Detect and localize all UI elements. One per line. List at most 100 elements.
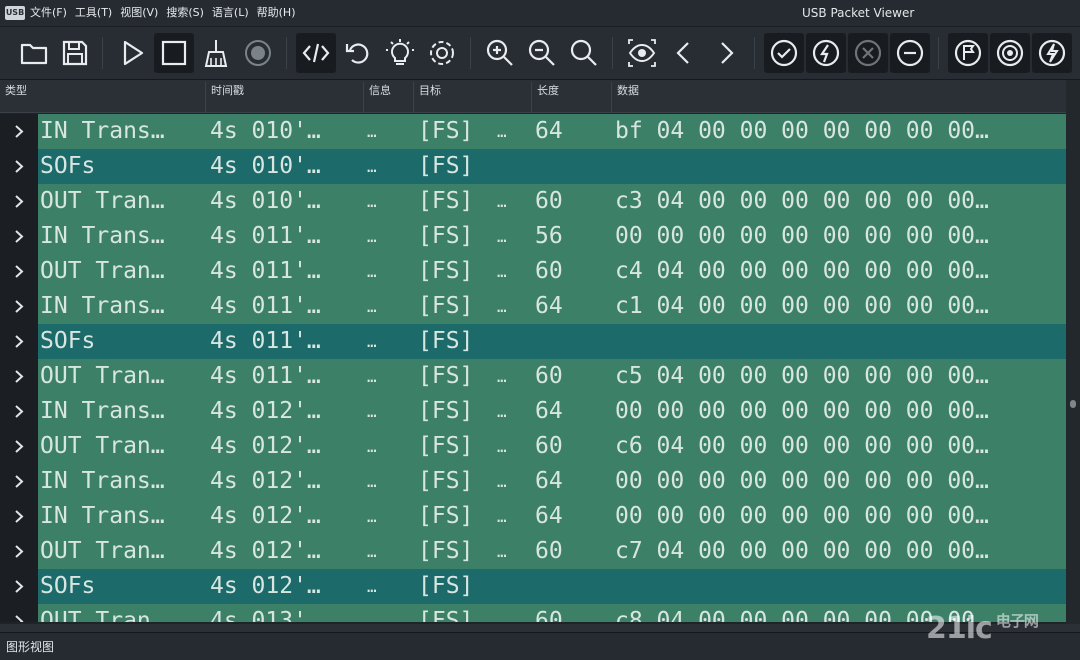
graph-view-tab[interactable]: 图形视图 [6, 638, 54, 655]
column-header-type[interactable]: 类型 [0, 82, 206, 112]
table-row[interactable]: SOFs 4s 011'… … [FS] [0, 324, 1066, 359]
chevron-right-icon[interactable] [12, 368, 26, 385]
window-title: USB Packet Viewer [802, 6, 915, 20]
lightning-icon[interactable] [1032, 33, 1072, 73]
refresh-icon[interactable] [806, 33, 846, 73]
table-row[interactable]: OUT Tran… 4s 011'… … [FS] … 60 c4 04 00 00 00 … [0, 254, 1066, 289]
cell-info: … [367, 437, 377, 456]
cancel-icon[interactable] [848, 33, 888, 73]
next-icon[interactable] [706, 33, 746, 73]
column-header-target[interactable]: 目标 [414, 82, 532, 112]
cell-target-extra: … [497, 122, 507, 141]
cell-target-extra: … [497, 472, 507, 491]
cell-time: 4s 012'… [210, 433, 321, 459]
cell-target-extra: … [497, 227, 507, 246]
cell-target-extra: … [497, 297, 507, 316]
clear-broom-icon[interactable] [196, 33, 236, 73]
cell-target: [FS] [418, 398, 474, 424]
row-background [38, 149, 1066, 184]
view-eye-icon[interactable] [622, 33, 662, 73]
cell-length: 64 [535, 293, 563, 319]
check-icon[interactable] [764, 33, 804, 73]
flag-icon[interactable] [948, 33, 988, 73]
open-folder-icon[interactable] [14, 33, 54, 73]
chevron-right-icon[interactable] [12, 263, 26, 280]
zoom-in-icon[interactable] [480, 33, 520, 73]
watermark-logo: 21ic 电子网 [926, 611, 1039, 646]
stop-icon[interactable] [154, 33, 194, 73]
chevron-right-icon[interactable] [12, 578, 26, 595]
menu-view[interactable]: 视图(V) [120, 4, 158, 20]
cell-length: 60 [535, 538, 563, 564]
table-row[interactable]: IN Trans… 4s 011'… … [FS] … 56 00 00 00 00 00 … [0, 219, 1066, 254]
cell-target: [FS] [418, 223, 474, 249]
table-row[interactable]: SOFs 4s 010'… … [FS] [0, 149, 1066, 184]
cell-type: IN Trans… [40, 468, 165, 494]
undo-icon[interactable] [338, 33, 378, 73]
cell-info: … [367, 192, 377, 211]
cell-info: … [367, 297, 377, 316]
cell-target: [FS] [418, 608, 474, 622]
code-view-icon[interactable] [296, 33, 336, 73]
table-row[interactable]: IN Trans… 4s 010'… … [FS] … 64 bf 04 00 00 00 … [0, 114, 1066, 149]
chevron-right-icon[interactable] [12, 403, 26, 420]
chevron-right-icon[interactable] [12, 473, 26, 490]
play-icon[interactable] [112, 33, 152, 73]
chevron-right-icon[interactable] [12, 298, 26, 315]
cell-info: … [367, 472, 377, 491]
menu-tools[interactable]: 工具(T) [75, 4, 112, 20]
chevron-right-icon[interactable] [12, 333, 26, 350]
chevron-right-icon[interactable] [12, 123, 26, 140]
light-bulb-icon[interactable] [380, 33, 420, 73]
table-row[interactable]: IN Trans… 4s 012'… … [FS] … 64 00 00 00 00 00 … [0, 499, 1066, 534]
column-header-data[interactable]: 数据 [612, 82, 1066, 112]
menu-search[interactable]: 搜索(S) [166, 4, 204, 20]
scrollbar-thumb[interactable] [1070, 400, 1076, 408]
chevron-right-icon[interactable] [12, 438, 26, 455]
chevron-right-icon[interactable] [12, 158, 26, 175]
chevron-right-icon[interactable] [12, 193, 26, 210]
record-icon[interactable] [238, 33, 278, 73]
minus-icon[interactable] [890, 33, 930, 73]
table-row[interactable]: OUT Tran… 4s 012'… … [FS] … 60 c7 04 00 00 00 … [0, 534, 1066, 569]
prev-icon[interactable] [664, 33, 704, 73]
menu-language[interactable]: 语言(L) [212, 4, 249, 20]
cell-target-extra: … [497, 612, 507, 622]
zoom-out-icon[interactable] [522, 33, 562, 73]
cell-type: SOFs [40, 153, 96, 179]
menu-file[interactable]: 文件(F) [30, 4, 67, 20]
table-row[interactable]: OUT Tran… 4s 012'… … [FS] … 60 c6 04 00 00 00 … [0, 429, 1066, 464]
cell-type: SOFs [40, 328, 96, 354]
vertical-scrollbar[interactable] [1066, 80, 1080, 625]
zoom-fit-icon[interactable] [564, 33, 604, 73]
signal-icon[interactable] [990, 33, 1030, 73]
title-bar: USB 文件(F) 工具(T) 视图(V) 搜索(S) 语言(L) 帮助(H) … [0, 0, 1080, 27]
chevron-right-icon[interactable] [12, 228, 26, 245]
menu-help[interactable]: 帮助(H) [257, 4, 296, 20]
horizontal-scrollbar[interactable] [0, 624, 1080, 632]
chevron-right-icon[interactable] [12, 508, 26, 525]
save-icon[interactable] [55, 33, 95, 73]
row-background [38, 324, 1066, 359]
table-row[interactable]: IN Trans… 4s 012'… … [FS] … 64 00 00 00 00 00 … [0, 464, 1066, 499]
column-header-info[interactable]: 信息 [364, 82, 414, 112]
table-row[interactable]: SOFs 4s 012'… … [FS] [0, 569, 1066, 604]
packet-list: IN Trans… 4s 010'… … [FS] … 64 bf 04 00 00 00 … [0, 114, 1066, 622]
table-row[interactable]: OUT Tran… 4s 010'… … [FS] … 60 c3 04 00 00 00 … [0, 184, 1066, 219]
table-row[interactable]: IN Trans… 4s 011'… … [FS] … 64 c1 04 00 00 00 … [0, 289, 1066, 324]
cell-target-extra: … [497, 262, 507, 281]
column-header-length[interactable]: 长度 [532, 82, 612, 112]
cell-data: c4 04 00 00 00 00 00 00 00… [615, 258, 989, 284]
cell-info: … [367, 402, 377, 421]
menu-bar: 文件(F) 工具(T) 视图(V) 搜索(S) 语言(L) 帮助(H) [30, 4, 296, 20]
cell-data: 00 00 00 00 00 00 00 00 00… [615, 398, 989, 424]
cell-length: 64 [535, 118, 563, 144]
table-row[interactable]: OUT Tran… 4s 011'… … [FS] … 60 c5 04 00 00 00 … [0, 359, 1066, 394]
chevron-right-icon[interactable] [12, 613, 26, 622]
table-row[interactable]: IN Trans… 4s 012'… … [FS] … 64 00 00 00 00 00 … [0, 394, 1066, 429]
column-header-time[interactable]: 时间戳 [206, 82, 364, 112]
cell-target-extra: … [497, 402, 507, 421]
settings-gear-icon[interactable] [422, 33, 462, 73]
chevron-right-icon[interactable] [12, 543, 26, 560]
table-row[interactable]: OUT Tran… 4s 013'…… [FS]… 60 c8 04 00 00 00 … [0, 604, 1066, 622]
